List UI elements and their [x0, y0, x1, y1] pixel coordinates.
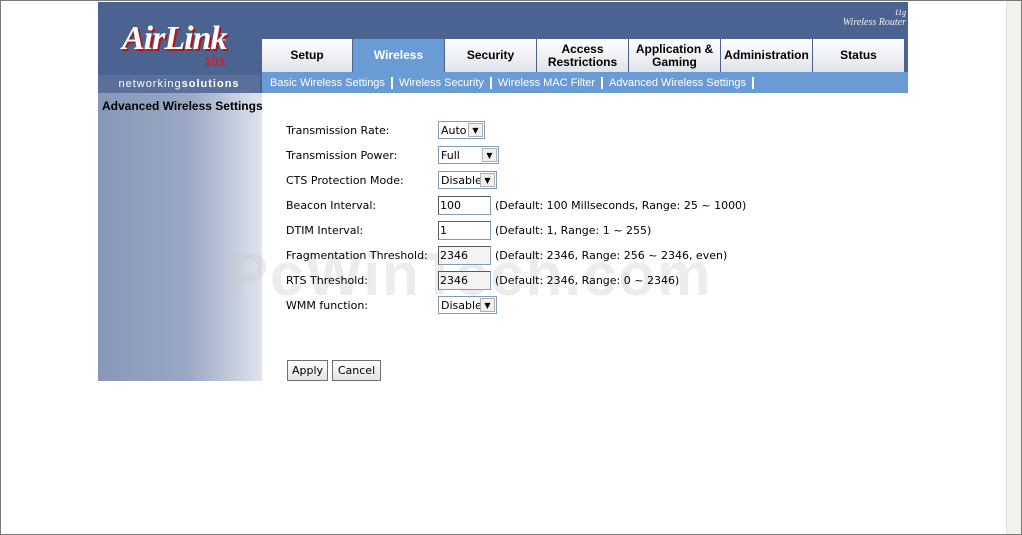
- product-badge: 11g Wireless Router: [828, 8, 906, 28]
- product-badge-line2: Wireless Router: [842, 17, 906, 28]
- tagline: networkingsolutions: [98, 75, 260, 93]
- tab-security[interactable]: Security: [445, 39, 536, 72]
- tagline-bold: solutions: [181, 78, 240, 90]
- chevron-down-icon: ▼: [468, 123, 483, 137]
- tab-administration[interactable]: Administration: [721, 39, 812, 72]
- fragmentation-threshold-input[interactable]: 2346: [438, 245, 491, 265]
- transmission-power-label: Transmission Power:: [286, 148, 398, 162]
- row-fragmentation-threshold: Fragmentation Threshold: 2346 (Default: …: [286, 245, 727, 265]
- row-wmm-function: WMM function: Disable ▼: [286, 295, 497, 315]
- logo-trademark: ™: [220, 38, 227, 46]
- beacon-interval-hint: (Default: 100 Millseconds, Range: 25 ~ 1…: [495, 198, 747, 212]
- row-dtim-interval: DTIM Interval: 1 (Default: 1, Range: 1 ~…: [286, 220, 651, 240]
- cts-protection-label: CTS Protection Mode:: [286, 173, 404, 187]
- logo: AirLink ™ 101 networkingsolutions: [98, 2, 260, 93]
- rts-threshold-hint: (Default: 2346, Range: 0 ~ 2346): [495, 273, 680, 287]
- section-title: Advanced Wireless Settings: [102, 99, 263, 113]
- cancel-button[interactable]: Cancel: [332, 360, 381, 381]
- rts-threshold-input[interactable]: 2346: [438, 270, 491, 290]
- tab-application-gaming[interactable]: Application & Gaming: [629, 39, 720, 72]
- dtim-interval-input[interactable]: 1: [438, 220, 491, 240]
- wmm-function-label: WMM function:: [286, 298, 368, 312]
- logo-number: 101: [204, 54, 226, 69]
- transmission-rate-label: Transmission Rate:: [286, 123, 390, 137]
- beacon-interval-label: Beacon Interval:: [286, 198, 377, 212]
- dtim-interval-hint: (Default: 1, Range: 1 ~ 255): [495, 223, 652, 237]
- row-transmission-rate: Transmission Rate: Auto ▼: [286, 120, 485, 140]
- main-tabs: Setup Wireless Security Access Restricti…: [262, 39, 905, 72]
- chevron-down-icon: ▼: [480, 298, 495, 312]
- transmission-power-value: Full: [441, 148, 460, 162]
- subnav-advanced-wireless-settings[interactable]: Advanced Wireless Settings: [603, 76, 755, 89]
- transmission-rate-select[interactable]: Auto ▼: [438, 121, 485, 139]
- dtim-interval-label: DTIM Interval:: [286, 223, 364, 237]
- tab-access-restrictions[interactable]: Access Restrictions: [537, 39, 628, 72]
- logo-text: AirLink: [122, 20, 227, 57]
- subnav-wireless-security[interactable]: Wireless Security: [393, 76, 492, 89]
- wmm-function-select[interactable]: Disable ▼: [438, 296, 497, 314]
- rts-threshold-label: RTS Threshold:: [286, 273, 368, 287]
- fragmentation-threshold-label: Fragmentation Threshold:: [286, 248, 428, 262]
- subnav-basic-wireless-settings[interactable]: Basic Wireless Settings: [270, 76, 393, 89]
- chevron-down-icon: ▼: [482, 148, 497, 162]
- cts-protection-value: Disable: [441, 173, 482, 187]
- fragmentation-threshold-hint: (Default: 2346, Range: 256 ~ 2346, even): [495, 248, 728, 262]
- subnav-wireless-mac-filter[interactable]: Wireless MAC Filter: [492, 76, 604, 89]
- left-panel: [98, 93, 262, 381]
- cts-protection-select[interactable]: Disable ▼: [438, 171, 497, 189]
- row-transmission-power: Transmission Power: Full ▼: [286, 145, 499, 165]
- transmission-power-select[interactable]: Full ▼: [438, 146, 499, 164]
- transmission-rate-value: Auto: [441, 123, 467, 137]
- apply-button[interactable]: Apply: [287, 360, 328, 381]
- tagline-light: networking: [118, 78, 182, 90]
- beacon-interval-input[interactable]: 100: [438, 195, 491, 215]
- tab-setup[interactable]: Setup: [262, 39, 352, 72]
- vertical-scrollbar[interactable]: [1006, 1, 1021, 534]
- router-header: AirLink ™ 101 networkingsolutions 11g Wi…: [98, 2, 908, 93]
- tab-status[interactable]: Status: [813, 39, 904, 72]
- tab-wireless[interactable]: Wireless: [353, 39, 444, 72]
- wmm-function-value: Disable: [441, 298, 482, 312]
- sub-navigation: Basic Wireless Settings Wireless Securit…: [262, 72, 908, 93]
- product-badge-line1: 11g: [894, 8, 906, 17]
- row-rts-threshold: RTS Threshold: 2346 (Default: 2346, Rang…: [286, 270, 679, 290]
- chevron-down-icon: ▼: [480, 173, 495, 187]
- row-beacon-interval: Beacon Interval: 100 (Default: 100 Mills…: [286, 195, 746, 215]
- row-cts-protection: CTS Protection Mode: Disable ▼: [286, 170, 497, 190]
